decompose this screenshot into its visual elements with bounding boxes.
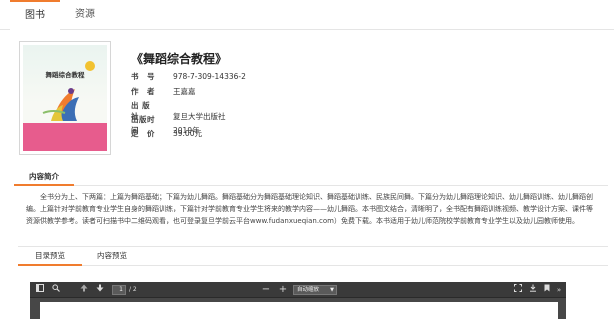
- minus-icon[interactable]: −: [260, 282, 272, 298]
- tab-resources[interactable]: 资源: [60, 0, 110, 30]
- zoom-select[interactable]: 自动缩放 ▼: [293, 285, 337, 295]
- tab-content-preview[interactable]: 内容预览: [80, 247, 144, 266]
- meta-label: 书 号: [131, 72, 155, 81]
- preview-tab-bar: 目录预览 内容预览: [18, 246, 608, 266]
- search-icon[interactable]: [50, 282, 62, 298]
- zoom-label: 自动缩放: [297, 287, 320, 293]
- meta-value: 39.00元: [173, 129, 202, 138]
- book-title: 《舞蹈综合教程》: [131, 52, 228, 66]
- double-chevron-icon[interactable]: »: [554, 282, 564, 298]
- cover-title: 舞蹈综合教程: [45, 71, 85, 79]
- arrow-down-icon[interactable]: [94, 282, 106, 298]
- sidebar-toggle-icon[interactable]: [34, 282, 46, 298]
- page-total: / 2: [129, 286, 137, 293]
- meta-value: 王嘉嘉: [173, 87, 196, 96]
- tab-content-intro[interactable]: 内容简介: [14, 170, 74, 186]
- meta-value: 978-7-309-14336-2: [173, 72, 246, 81]
- meta-isbn: 书 号 978-7-309-14336-2: [131, 71, 246, 82]
- intro-tab-bar: 内容简介: [14, 170, 608, 186]
- download-icon[interactable]: [527, 282, 539, 298]
- chevron-down-icon: ▼: [330, 287, 334, 293]
- bookmark-icon[interactable]: [542, 282, 552, 298]
- meta-label: 定 价: [131, 129, 155, 138]
- intro-text: 全书分为上、下两篇：上篇为舞蹈基础；下篇为幼儿舞蹈。舞蹈基础分为舞蹈基础理论知识…: [26, 193, 593, 225]
- meta-price: 定 价 39.00元: [131, 128, 202, 139]
- top-tab-bar: 图书 资源: [0, 0, 614, 30]
- cover-band: [23, 123, 107, 151]
- book-cover: 舞蹈综合教程: [19, 41, 111, 155]
- pdf-toolbar: 1 / 2 − + 自动缩放 ▼ »: [30, 282, 566, 298]
- meta-author: 作 者 王嘉嘉: [131, 86, 196, 97]
- meta-label: 作 者: [131, 87, 155, 96]
- pdf-viewer: 1 / 2 − + 自动缩放 ▼ »: [30, 282, 566, 319]
- pdf-page: [40, 302, 558, 319]
- fullscreen-icon[interactable]: [512, 282, 524, 298]
- tab-books[interactable]: 图书: [10, 0, 60, 30]
- dancer-illustration: [42, 88, 79, 121]
- plus-icon[interactable]: +: [277, 282, 289, 298]
- tab-toc-preview[interactable]: 目录预览: [18, 247, 82, 266]
- cover-illustration: 舞蹈综合教程: [23, 45, 107, 151]
- arrow-up-icon[interactable]: [78, 282, 90, 298]
- page-number-input[interactable]: 1: [112, 285, 126, 295]
